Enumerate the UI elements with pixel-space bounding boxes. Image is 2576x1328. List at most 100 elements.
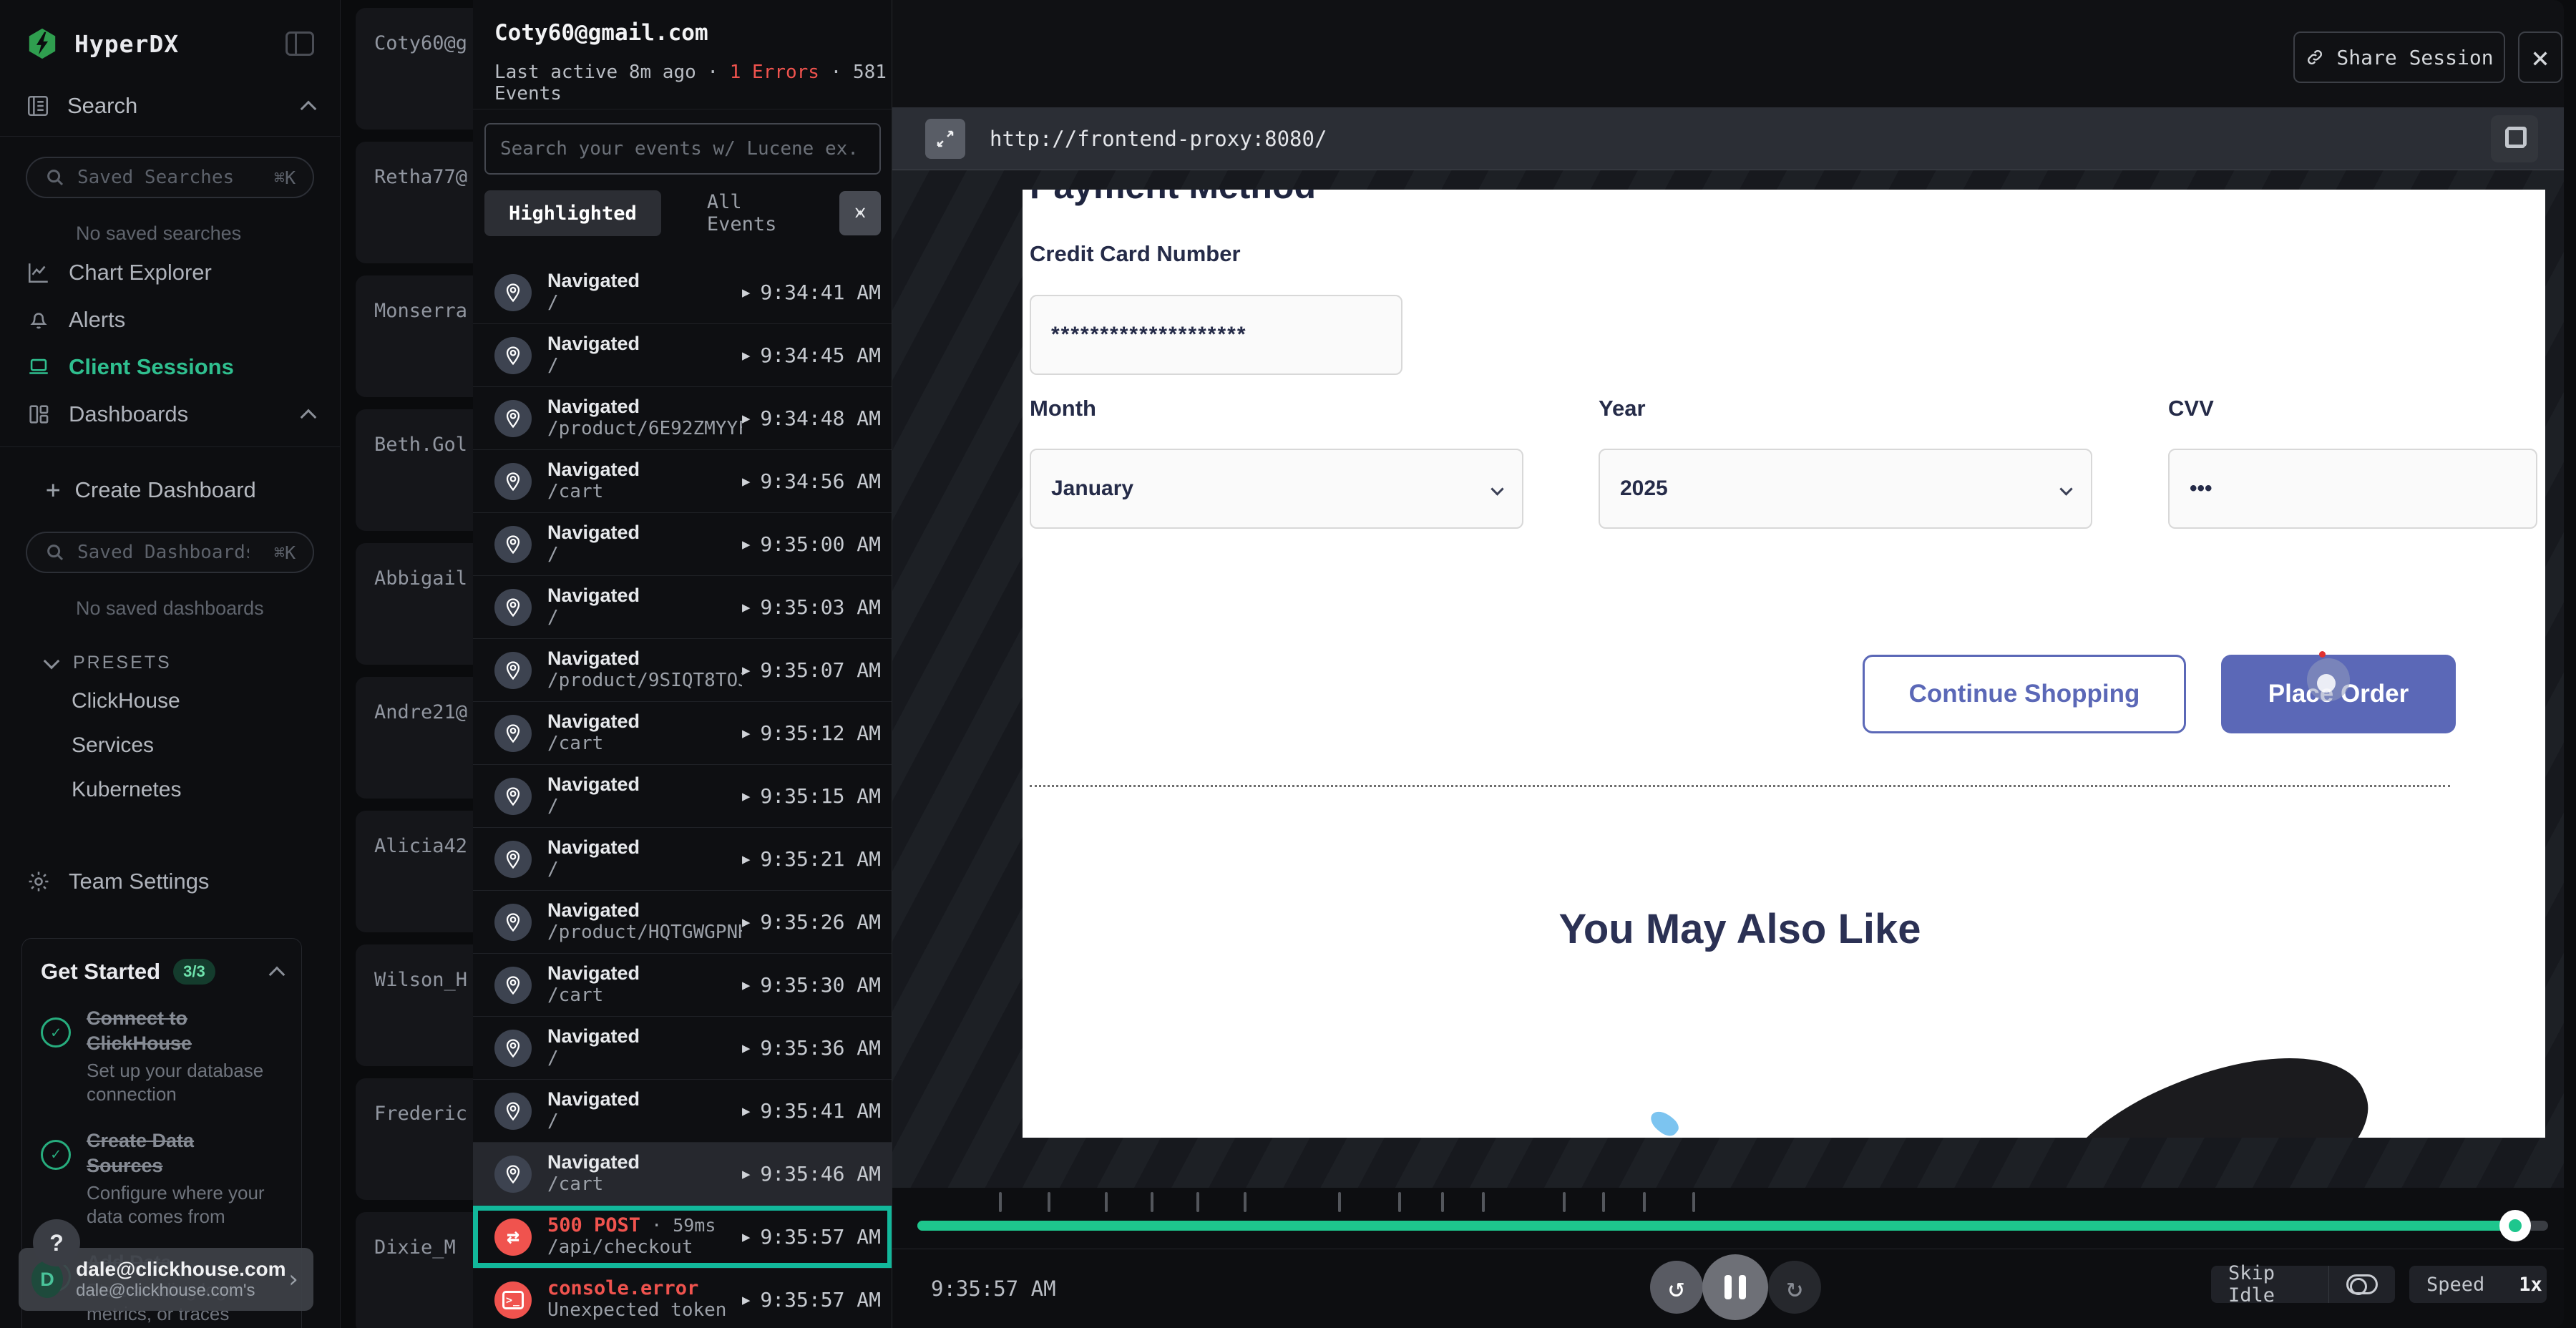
session-list-item[interactable]: Beth.Gol — [356, 409, 473, 531]
preset-item-services[interactable]: Services — [0, 723, 340, 768]
saved-searches-field[interactable] — [77, 167, 249, 188]
event-row[interactable]: Navigated/ ▶9:34:41 AM — [473, 261, 892, 324]
get-started-badge: 3/3 — [173, 959, 215, 985]
event-row[interactable]: Navigated/▶9:35:21 AM — [473, 828, 892, 891]
session-event-panel: Coty60@gmail.com Last active 8m ago · 1 … — [473, 0, 892, 1328]
event-title: Navigated — [547, 585, 640, 607]
collapse-events-icon[interactable]: ⌄⌃ — [839, 191, 881, 235]
sidebar-item-alerts[interactable]: Alerts — [0, 296, 340, 343]
sidebar-item-search[interactable]: Search — [0, 60, 340, 136]
event-title: Navigated — [547, 1088, 640, 1110]
timeline-scrubber-handle[interactable] — [2499, 1210, 2531, 1241]
event-row[interactable]: Navigated/▶9:35:00 AM — [473, 513, 892, 576]
rewind-button[interactable]: ↺ — [1650, 1261, 1703, 1314]
event-path: / — [547, 607, 640, 629]
preset-item-kubernetes[interactable]: Kubernetes — [0, 768, 340, 812]
play-icon: ▶ — [742, 1292, 750, 1308]
forward-button[interactable]: ↻ — [1768, 1261, 1821, 1314]
cvv-input[interactable]: ••• — [2168, 449, 2537, 529]
month-select[interactable]: January — [1030, 449, 1523, 529]
event-row[interactable]: >_console.errorUnexpected token 'I'…▶9:3… — [473, 1269, 892, 1328]
share-session-button[interactable]: Share Session — [2293, 31, 2505, 83]
event-row[interactable]: Navigated/product/9SIQT8TOJO▶9:35:07 AM — [473, 639, 892, 702]
saved-searches-input[interactable]: ⌘K — [26, 157, 314, 198]
expand-icon[interactable] — [925, 119, 965, 159]
event-list: Navigated/▶9:34:41 AMNavigated/▶9:34:45 … — [473, 261, 892, 1328]
event-row[interactable]: Navigated/product/HQTGWGPNH4▶9:35:26 AM — [473, 891, 892, 954]
event-time: ▶9:35:03 AM — [742, 595, 881, 619]
close-button[interactable]: × — [2518, 31, 2562, 83]
pause-icon — [1724, 1275, 1746, 1299]
skip-idle-toggle[interactable]: Skip Idle — [2211, 1266, 2395, 1303]
pause-button[interactable] — [1702, 1254, 1768, 1320]
event-row[interactable]: Navigated/cart▶9:35:30 AM — [473, 954, 892, 1017]
event-search-input[interactable] — [486, 138, 879, 160]
session-email: Dixie_M — [374, 1236, 456, 1259]
event-path: / — [547, 859, 640, 881]
event-row[interactable]: Navigated/cart▶9:35:46 AM — [473, 1143, 892, 1206]
presets-toggle[interactable]: PRESETS — [0, 624, 340, 679]
session-list-item[interactable]: Andre21@ — [356, 677, 473, 799]
session-list-item[interactable]: Coty60@g — [356, 8, 473, 130]
event-tick — [1441, 1192, 1444, 1212]
event-title: Navigated — [547, 270, 640, 292]
event-row[interactable]: Navigated/cart▶9:35:12 AM — [473, 702, 892, 765]
event-row[interactable]: Navigated/▶9:35:36 AM — [473, 1017, 892, 1080]
get-started-item[interactable]: ✓Connect to ClickHouseSet up your databa… — [41, 1006, 283, 1107]
get-started-item[interactable]: ✓Create Data SourcesConfigure where your… — [41, 1128, 283, 1229]
sidebar-item-team-settings[interactable]: Team Settings — [0, 858, 340, 905]
sidebar-item-dashboards[interactable]: Dashboards — [0, 391, 340, 438]
event-row[interactable]: Navigated/cart▶9:34:56 AM — [473, 450, 892, 513]
event-row[interactable]: Navigated/▶9:35:15 AM — [473, 765, 892, 828]
hyperdx-app: HyperDX Search ⌘K No saved searches Char… — [0, 0, 2576, 1328]
saved-dashboards-field[interactable] — [77, 542, 249, 563]
event-row[interactable]: Navigated/▶9:35:41 AM — [473, 1080, 892, 1143]
play-icon: ▶ — [742, 537, 750, 552]
event-search-box — [484, 123, 881, 175]
chevron-up-icon[interactable] — [301, 101, 317, 117]
tab-highlighted[interactable]: Highlighted — [484, 190, 661, 236]
continue-shopping-button[interactable]: Continue Shopping — [1863, 655, 2186, 733]
sidebar-item-chart-explorer[interactable]: Chart Explorer — [0, 249, 340, 296]
year-select[interactable]: 2025 — [1599, 449, 2092, 529]
session-list-item[interactable]: Monserra — [356, 275, 473, 397]
dotted-separator — [1030, 785, 2450, 787]
shortcut-kbd: ⌘K — [274, 542, 296, 563]
preset-item-clickhouse[interactable]: ClickHouse — [0, 679, 340, 723]
cc-input[interactable]: ******************** — [1030, 295, 1402, 375]
session-list-item[interactable]: Wilson_H — [356, 944, 473, 1066]
speed-value: 1x — [2502, 1266, 2560, 1303]
session-stats: Last active 8m ago · 1 Errors · 581 Even… — [494, 62, 892, 104]
event-row[interactable]: ⇄500 POST · 59ms/api/checkout▶9:35:57 AM — [473, 1206, 892, 1269]
timeline-track[interactable] — [917, 1221, 2548, 1231]
event-time: ▶9:35:15 AM — [742, 784, 881, 808]
event-row[interactable]: Navigated/▶9:34:45 AM — [473, 324, 892, 387]
sidebar-item-client-sessions[interactable]: Client Sessions — [0, 343, 340, 391]
event-title: Navigated — [547, 773, 640, 796]
event-title: 500 POST · 59ms — [547, 1214, 716, 1236]
help-button[interactable]: ? — [33, 1219, 80, 1266]
event-path: / — [547, 292, 640, 314]
chevron-up-icon[interactable] — [269, 967, 286, 983]
event-row[interactable]: Navigated/ ▶9:35:03 AM — [473, 576, 892, 639]
speed-control[interactable]: Speed 1x — [2409, 1266, 2547, 1303]
saved-dashboards-input[interactable]: ⌘K — [26, 532, 314, 573]
event-time: ▶9:34:41 AM — [742, 280, 881, 304]
product-image — [2029, 1019, 2391, 1138]
tab-all-events[interactable]: All Events — [683, 190, 839, 236]
event-row[interactable]: Navigated/product/6E92ZMYYFZ▶9:34:48 AM — [473, 387, 892, 450]
session-list-item[interactable]: Frederic — [356, 1078, 473, 1200]
copy-url-button[interactable] — [2491, 115, 2538, 162]
magnifier-icon — [44, 542, 66, 563]
event-title: console.error — [547, 1277, 742, 1299]
location-pin-icon — [494, 400, 532, 437]
session-list-item[interactable]: Alicia42 — [356, 811, 473, 932]
event-tick — [1338, 1192, 1341, 1212]
play-icon: ▶ — [742, 663, 750, 678]
event-time: ▶9:34:56 AM — [742, 469, 881, 493]
session-list-item[interactable]: Retha77@ — [356, 142, 473, 263]
session-list-item[interactable]: Abbigail — [356, 543, 473, 665]
create-dashboard-button[interactable]: + Create Dashboard — [0, 447, 340, 512]
sidebar-collapse-icon[interactable] — [286, 31, 314, 56]
session-list-item[interactable]: Dixie_M — [356, 1212, 473, 1328]
